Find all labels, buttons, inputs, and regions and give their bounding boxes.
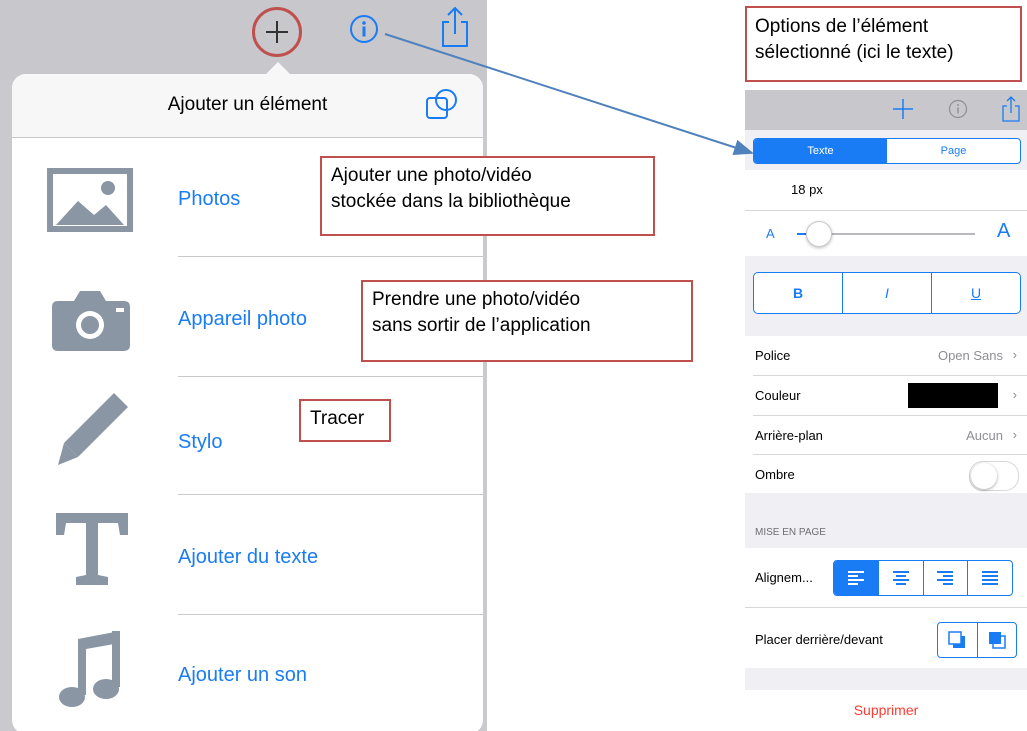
menu-label-photos: Photos <box>178 188 241 210</box>
row-couleur[interactable]: Couleur › <box>745 376 1027 415</box>
align-justify-button[interactable] <box>968 561 1012 595</box>
properties-list: Police Open Sans › Couleur › Arrière-pla… <box>745 336 1027 493</box>
align-left-button[interactable] <box>834 561 879 595</box>
alignment-label: Alignem... <box>755 570 813 585</box>
chevron-right-icon: › <box>1012 427 1017 442</box>
tab-segment: Texte Page <box>753 138 1021 164</box>
order-buttons <box>937 622 1017 658</box>
order-label: Placer derrière/devant <box>755 632 883 647</box>
callout-camera-line2: sans sortir de l’application <box>372 315 591 336</box>
callout-stylo-text: Tracer <box>310 408 365 429</box>
section-header: MISE EN PAGE <box>755 527 826 538</box>
tab-page[interactable]: Page <box>887 139 1020 163</box>
menu-label-sound: Ajouter un son <box>178 664 307 686</box>
tab-texte[interactable]: Texte <box>754 139 887 163</box>
photo-icon <box>46 155 136 245</box>
row-police[interactable]: Police Open Sans › <box>745 336 1027 375</box>
add-element-button[interactable] <box>252 7 302 57</box>
layout-section: Alignem... Placer derrière/devant <box>745 548 1027 668</box>
toggle-knob <box>971 463 997 489</box>
callout-options-line1: Options de l’élément <box>755 16 929 37</box>
align-right-button[interactable] <box>924 561 969 595</box>
row-ombre: Ombre <box>745 455 1027 493</box>
camera-icon <box>46 275 136 365</box>
pencil-icon <box>46 387 136 477</box>
callout-photos-line2: stockée dans la bibliothèque <box>331 191 571 212</box>
chevron-right-icon: › <box>1012 347 1017 362</box>
alignment-buttons <box>833 560 1013 596</box>
send-backward-button[interactable] <box>938 623 978 657</box>
info-icon <box>350 15 378 43</box>
bring-forward-button[interactable] <box>978 623 1017 657</box>
popover-title: Ajouter un élément <box>167 94 328 115</box>
info-button[interactable] <box>349 14 379 49</box>
right-screenshot: Texte Page 18 px A A B I U Police Open S… <box>745 90 1027 731</box>
couleur-swatch <box>908 383 998 408</box>
share-icon <box>442 6 468 47</box>
popover-header: Ajouter un élément <box>12 74 483 138</box>
bring-forward-icon <box>988 632 1006 649</box>
text-t-icon <box>46 505 136 595</box>
top-toolbar <box>0 0 487 80</box>
menu-label-camera: Appareil photo <box>178 308 307 330</box>
right-toolbar <box>745 90 1027 130</box>
menu-item-text[interactable]: Ajouter du texte <box>12 495 483 615</box>
align-left-icon <box>847 571 864 585</box>
couleur-label: Couleur <box>755 388 801 403</box>
callout-options: Options de l’élément sélectionné (ici le… <box>745 6 1022 82</box>
share-icon[interactable] <box>1001 95 1021 123</box>
music-note-icon <box>46 629 136 719</box>
callout-photos: Ajouter une photo/vidéo stockée dans la … <box>320 156 655 236</box>
text-style-buttons: B I U <box>753 272 1021 314</box>
font-size-section: 18 px A A <box>745 170 1027 256</box>
chevron-right-icon: › <box>1012 387 1017 402</box>
arriere-plan-label: Arrière-plan <box>755 428 823 443</box>
send-backward-icon <box>948 631 966 648</box>
plus-icon[interactable] <box>892 98 914 120</box>
align-justify-icon <box>982 571 999 585</box>
row-arriere-plan[interactable]: Arrière-plan Aucun › <box>745 416 1027 455</box>
menu-item-sound[interactable]: Ajouter un son <box>12 615 483 731</box>
callout-camera-line1: Prendre une photo/vidéo <box>372 289 581 310</box>
arriere-plan-value: Aucun <box>966 428 1003 443</box>
italic-button[interactable]: I <box>843 273 932 313</box>
left-screenshot: Ajouter un élément Photos Appareil photo… <box>0 0 487 731</box>
ombre-toggle[interactable] <box>969 461 1019 491</box>
bold-button[interactable]: B <box>754 273 843 313</box>
police-label: Police <box>755 348 791 363</box>
ombre-label: Ombre <box>755 467 795 482</box>
delete-row[interactable]: Supprimer <box>745 690 1027 731</box>
police-value: Open Sans <box>937 348 1003 363</box>
separator <box>745 210 1027 211</box>
align-center-button[interactable] <box>879 561 924 595</box>
underline-button[interactable]: U <box>932 273 1020 313</box>
font-size-value: 18 px <box>791 182 823 197</box>
align-right-icon <box>937 571 954 585</box>
font-size-slider[interactable] <box>797 221 975 247</box>
align-center-icon <box>892 571 909 585</box>
menu-label-text: Ajouter du texte <box>178 546 319 568</box>
menu-label-stylo: Stylo <box>178 431 223 453</box>
share-button[interactable] <box>438 6 472 53</box>
slider-thumb[interactable] <box>806 221 832 247</box>
menu-item-stylo[interactable]: Stylo <box>12 377 483 495</box>
callout-stylo: Tracer <box>299 399 391 442</box>
plus-icon <box>266 21 288 43</box>
callout-options-line2: sélectionné (ici le texte) <box>755 42 954 63</box>
slider-large-a: A <box>997 220 1011 242</box>
options-panel: Texte Page 18 px A A B I U Police Open S… <box>745 130 1027 731</box>
callout-camera: Prendre une photo/vidéo sans sortir de l… <box>361 280 693 362</box>
info-icon[interactable] <box>948 99 968 119</box>
slider-small-a: A <box>766 226 775 241</box>
delete-button[interactable]: Supprimer <box>745 702 1027 718</box>
callout-photos-line1: Ajouter une photo/vidéo <box>331 165 532 186</box>
duplicate-shapes-icon[interactable] <box>424 88 460 127</box>
row-order: Placer derrière/devant <box>745 608 1027 668</box>
